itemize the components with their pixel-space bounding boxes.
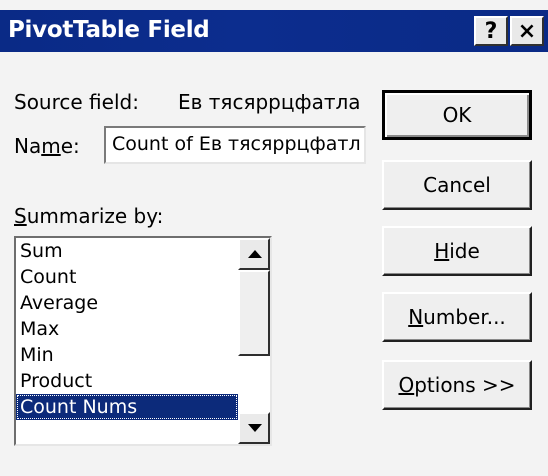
options-button[interactable]: Options >>: [382, 360, 532, 410]
up-arrow-icon: [248, 250, 262, 258]
close-button[interactable]: ×: [510, 16, 544, 46]
summarize-by-label: Summarize by:: [14, 204, 164, 228]
list-item-max[interactable]: Max: [16, 316, 238, 342]
ok-label: OK: [442, 103, 472, 127]
summarize-by-list: Sum Count Average Max Min Product Count …: [16, 238, 238, 420]
name-input[interactable]: Count of Ев тясяррцфатл: [104, 126, 366, 164]
scroll-thumb[interactable]: [238, 270, 270, 356]
list-item-min[interactable]: Min: [16, 342, 238, 368]
name-input-value: Count of Ев тясяррцфатл: [112, 133, 361, 155]
source-field-value: Ев тясяррцфатла: [178, 90, 361, 114]
list-item-product[interactable]: Product: [16, 368, 238, 394]
scroll-up-button[interactable]: [238, 238, 270, 270]
name-label: Name:: [14, 134, 80, 158]
number-button[interactable]: Number...: [382, 292, 532, 342]
hide-button[interactable]: Hide: [382, 226, 532, 276]
list-item-sum[interactable]: Sum: [16, 238, 238, 264]
source-field-label: Source field:: [14, 90, 139, 114]
close-icon: ×: [517, 18, 537, 44]
scroll-down-button[interactable]: [238, 412, 270, 444]
listbox-scrollbar[interactable]: [238, 238, 270, 444]
down-arrow-icon: [248, 424, 262, 432]
hide-label: Hide: [434, 239, 480, 263]
list-item-count[interactable]: Count: [16, 264, 238, 290]
title-bar[interactable]: PivotTable Field ? ×: [0, 10, 548, 52]
summarize-by-listbox[interactable]: Sum Count Average Max Min Product Count …: [14, 236, 272, 446]
pivottable-field-dialog: PivotTable Field ? × Source field: Ев тя…: [0, 0, 548, 476]
options-label: Options >>: [398, 373, 516, 397]
number-label: Number...: [408, 305, 506, 329]
window-title: PivotTable Field: [8, 17, 210, 43]
list-item-average[interactable]: Average: [16, 290, 238, 316]
help-button[interactable]: ?: [474, 16, 508, 46]
cancel-button[interactable]: Cancel: [382, 160, 532, 210]
ok-button[interactable]: OK: [382, 90, 532, 140]
list-item-count-nums[interactable]: Count Nums: [16, 394, 238, 420]
cancel-label: Cancel: [423, 173, 491, 197]
help-icon: ?: [484, 18, 498, 44]
